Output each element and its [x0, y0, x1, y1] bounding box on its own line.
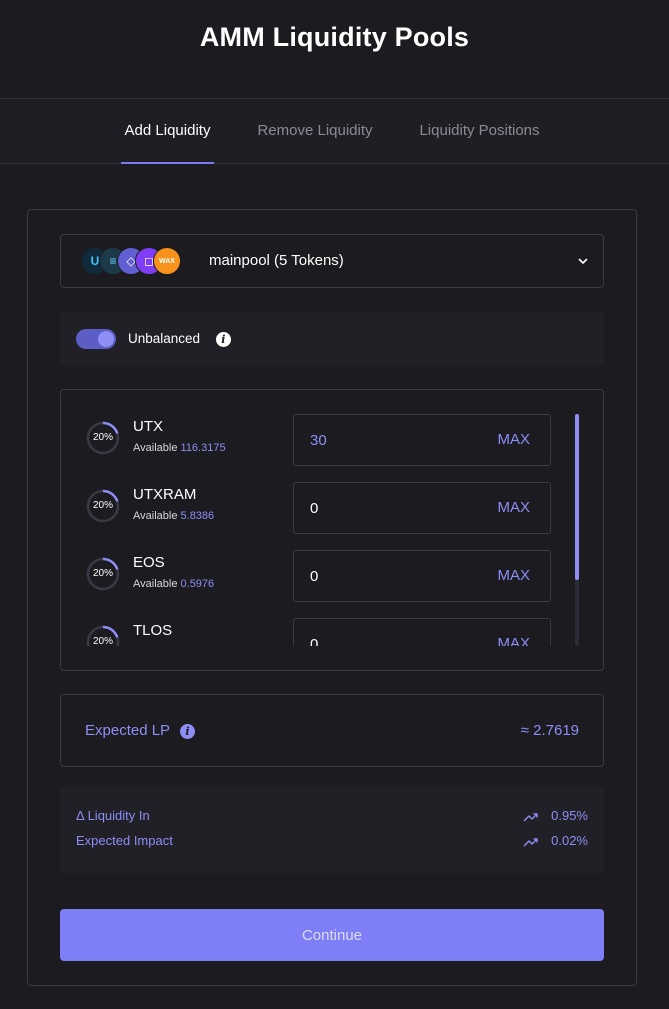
expected-lp-label-wrap: Expected LP i: [85, 695, 195, 766]
token-row: 20% UTXRAM Available 5.8386 MAX: [61, 482, 571, 550]
token-available: Available 0.5976: [133, 578, 214, 590]
continue-button[interactable]: Continue: [60, 909, 604, 961]
toggle-knob: [98, 331, 114, 347]
liquidity-in-label: Δ Liquidity In: [76, 808, 150, 823]
expected-lp-label: Expected LP: [85, 722, 170, 739]
token-row: 20% TLOS MAX: [61, 618, 571, 646]
amount-field: MAX: [293, 482, 551, 534]
trending-up-icon: [523, 812, 538, 822]
max-button[interactable]: MAX: [497, 483, 530, 533]
max-button[interactable]: MAX: [497, 551, 530, 601]
token-row: 20% UTX Available 116.3175 MAX: [61, 414, 571, 482]
trending-up-icon: [523, 837, 538, 847]
available-value: 0.5976: [180, 578, 215, 590]
token-percent: 20%: [92, 636, 113, 646]
token-symbol: EOS: [133, 554, 165, 571]
max-button[interactable]: MAX: [497, 415, 530, 465]
amount-input[interactable]: [310, 483, 460, 533]
pool-select[interactable]: U ≡ ◇ ◻ WAX mainpool (5 Tokens): [60, 234, 604, 288]
liquidity-in-value-wrap: 0.95%: [523, 808, 588, 823]
unbalanced-toggle[interactable]: [76, 329, 116, 349]
token-percent: 20%: [92, 432, 113, 443]
scrollbar[interactable]: [575, 414, 579, 646]
amount-field: MAX: [293, 550, 551, 602]
unbalanced-label: Unbalanced: [128, 331, 201, 346]
expected-impact-label: Expected Impact: [76, 833, 173, 848]
unbalanced-row: Unbalanced i: [60, 312, 604, 365]
stats-box: Δ Liquidity In 0.95% Expected Impact 0.0…: [60, 787, 604, 873]
amount-field: MAX: [293, 618, 551, 646]
available-value: 116.3175: [180, 442, 226, 454]
available-label: Available: [133, 510, 178, 522]
tabs-bar: Add Liquidity Remove Liquidity Liquidity…: [0, 98, 669, 164]
expected-impact-value-wrap: 0.02%: [523, 833, 588, 848]
pool-name: mainpool (5 Tokens): [209, 252, 344, 269]
liquidity-in-value: 0.95%: [551, 808, 588, 823]
token-symbol: TLOS: [133, 622, 173, 639]
amount-field: MAX: [293, 414, 551, 466]
available-value: 5.8386: [180, 510, 215, 522]
token-symbol: UTX: [133, 418, 163, 435]
token-symbol: UTXRAM: [133, 486, 197, 503]
header-band: AMM Liquidity Pools: [0, 0, 669, 98]
tab-liquidity-positions[interactable]: Liquidity Positions: [415, 99, 544, 163]
info-icon[interactable]: i: [215, 332, 231, 347]
expected-impact-value: 0.02%: [551, 833, 588, 848]
token-row: 20% EOS Available 0.5976 MAX: [61, 550, 571, 618]
tab-remove-liquidity[interactable]: Remove Liquidity: [254, 99, 376, 163]
expected-lp-box: Expected LP i ≈ 2.7619: [60, 694, 604, 767]
info-icon[interactable]: i: [179, 724, 195, 739]
tab-add-liquidity[interactable]: Add Liquidity: [121, 99, 214, 164]
scrollbar-thumb[interactable]: [575, 414, 579, 580]
page-title: AMM Liquidity Pools: [199, 22, 470, 52]
token-available: Available 116.3175: [133, 442, 226, 454]
amount-input[interactable]: [310, 619, 460, 646]
available-label: Available: [133, 578, 178, 590]
token-list: 20% UTX Available 116.3175 MAX 20% UTXRAM Avai…: [61, 390, 571, 646]
token-inputs-box: 20% UTX Available 116.3175 MAX 20% UTXRAM Avai…: [60, 389, 604, 671]
unbalanced-label-wrap: Unbalanced i: [128, 312, 231, 365]
expected-lp-value: ≈ 2.7619: [520, 722, 579, 739]
amount-input[interactable]: [310, 551, 460, 601]
max-button[interactable]: MAX: [497, 619, 530, 646]
token-percent: 20%: [92, 500, 113, 511]
amount-input[interactable]: [310, 415, 460, 465]
available-label: Available: [133, 442, 178, 454]
token-available: Available 5.8386: [133, 510, 214, 522]
token-percent: 20%: [92, 568, 113, 579]
wax-logo-icon: WAX: [153, 247, 181, 275]
chevron-down-icon: [578, 258, 588, 264]
